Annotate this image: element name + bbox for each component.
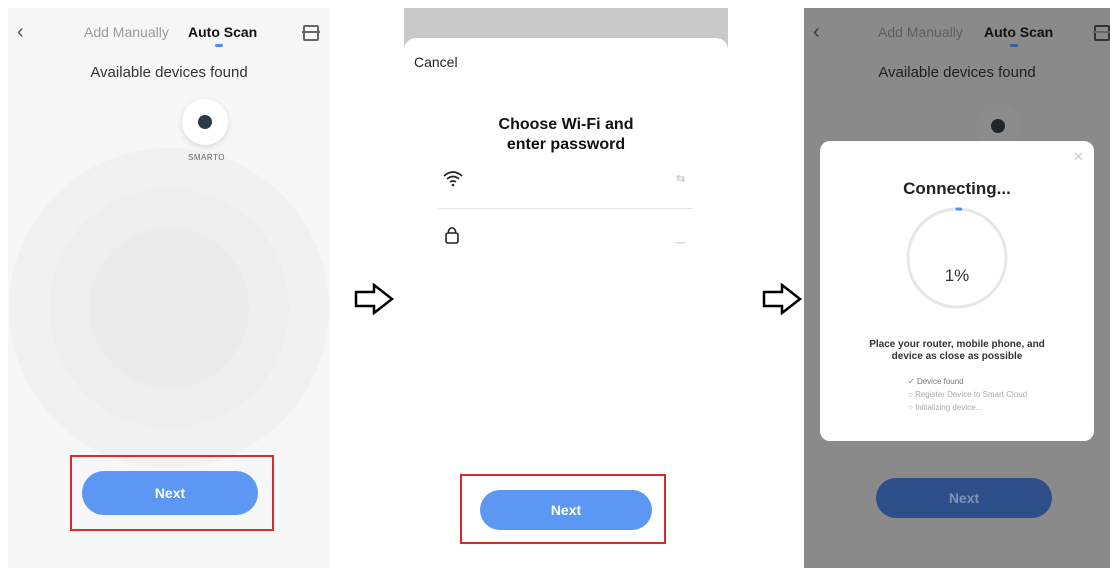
step-item: ○ Initializing device... <box>908 403 982 412</box>
tip-line2: device as close as possible <box>891 351 1023 362</box>
pending-dot-icon: ○ <box>908 403 913 412</box>
progress-ring <box>906 207 1008 309</box>
step-item: ✓ Device found <box>908 377 964 386</box>
step-label: Initializing device... <box>915 403 983 412</box>
sheet-title-line1: Choose Wi-Fi and <box>498 116 634 133</box>
page-title: Available devices found <box>878 64 1036 81</box>
cancel-button[interactable]: Cancel <box>414 54 458 70</box>
top-bar: ‹ Add Manually Auto Scan <box>8 8 330 56</box>
screen-auto-scan: ‹ Add Manually Auto Scan Available devic… <box>8 8 330 568</box>
field-divider <box>438 208 692 209</box>
switch-network-icon[interactable]: ⇆ <box>676 172 685 185</box>
tip-line1: Place your router, mobile phone, and <box>869 339 1045 350</box>
tab-auto-scan[interactable]: Auto Scan <box>984 24 1053 40</box>
tab-add-manually[interactable]: Add Manually <box>84 24 169 40</box>
tab-active-indicator <box>215 44 223 47</box>
device-icon[interactable] <box>182 99 228 145</box>
top-bar: ‹ Add Manually Auto Scan <box>804 8 1110 56</box>
next-button[interactable]: Next <box>876 478 1052 518</box>
screen-connecting: ‹ Add Manually Auto Scan Available devic… <box>804 8 1110 568</box>
lock-icon <box>445 226 459 244</box>
device-core <box>198 115 212 129</box>
eye-hidden-icon[interactable]: ‿ <box>676 231 685 244</box>
dialog-title: Connecting... <box>903 179 1011 198</box>
screen-wifi-setup: Cancel Choose Wi-Fi and enter password ⇆… <box>404 8 728 568</box>
back-arrow-icon[interactable]: ‹ <box>813 22 820 42</box>
tab-active-indicator <box>1010 44 1018 47</box>
step-item: ○ Register Device to Smart Cloud <box>908 390 1027 399</box>
pending-dot-icon: ○ <box>908 390 913 399</box>
tab-add-manually[interactable]: Add Manually <box>878 24 963 40</box>
scan-icon[interactable] <box>302 25 320 41</box>
radar-ring-inner <box>89 228 249 388</box>
step-label: Device found <box>916 377 964 386</box>
wifi-icon <box>443 171 463 187</box>
device-name: SMARTO <box>188 153 225 162</box>
page-title: Available devices found <box>90 64 248 81</box>
close-icon[interactable]: ✕ <box>1073 149 1084 165</box>
highlight-box <box>70 455 274 531</box>
device-core <box>991 119 1005 133</box>
sheet-title-line2: enter password <box>506 136 626 153</box>
back-arrow-icon[interactable]: ‹ <box>17 22 24 42</box>
connecting-dialog: ✕ Connecting... 1% Place your router, mo… <box>820 141 1094 441</box>
right-arrow-icon <box>762 283 803 315</box>
highlight-box <box>460 474 666 544</box>
right-arrow-icon <box>354 283 395 315</box>
step-label: Register Device to Smart Cloud <box>915 390 1028 399</box>
tab-auto-scan[interactable]: Auto Scan <box>188 24 257 40</box>
bottom-sheet: Cancel Choose Wi-Fi and enter password ⇆… <box>404 38 728 568</box>
progress-percent: 1% <box>944 266 970 285</box>
check-icon: ✓ <box>908 377 915 386</box>
scan-icon[interactable] <box>1093 25 1110 41</box>
